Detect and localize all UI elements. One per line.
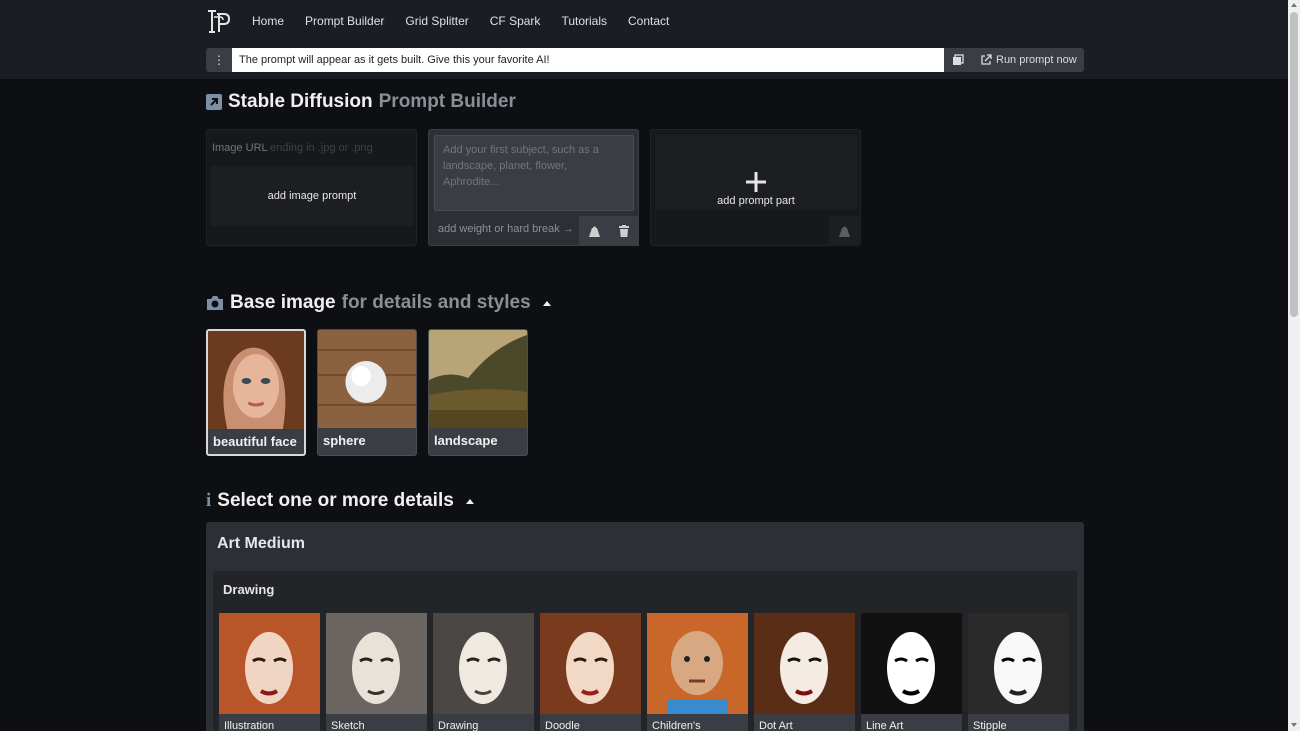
subject-prompt-card: add weight or hard break → xyxy=(428,129,639,246)
art-medium-title: Art Medium xyxy=(217,535,305,552)
base-image-tile[interactable]: landscape xyxy=(428,329,528,456)
details-title: Select one or more details xyxy=(217,490,454,511)
plus-icon xyxy=(746,172,766,192)
add-weight-link[interactable]: add weight or hard break → xyxy=(438,223,574,235)
line-art-thumbnail xyxy=(861,613,962,714)
base-image-heading[interactable]: Base image for details and styles xyxy=(206,292,551,314)
run-prompt-button[interactable]: Run prompt now xyxy=(972,48,1084,72)
main-nav: Home Prompt Builder Grid Splitter CF Spa… xyxy=(252,14,690,28)
base-image-title: Base image xyxy=(230,292,336,313)
vertical-dots-icon: ⋮ xyxy=(213,53,225,67)
style-label: Children's xyxy=(652,720,701,731)
sketch-thumbnail xyxy=(326,613,427,714)
prompt-bar: ⋮ The prompt will appear as it gets buil… xyxy=(206,48,1084,72)
add-prompt-part-button[interactable]: add prompt part xyxy=(655,134,857,210)
style-label: Drawing xyxy=(438,720,479,731)
caret-up-icon xyxy=(542,300,551,306)
style-tile[interactable]: Stipple xyxy=(968,613,1069,731)
prompt-output-field[interactable]: The prompt will appear as it gets built.… xyxy=(232,48,944,72)
camera-icon xyxy=(207,296,223,310)
image-url-input[interactable]: ending in .jpg or .png xyxy=(270,142,373,154)
copy-prompt-button[interactable] xyxy=(944,48,972,72)
caret-up-icon xyxy=(465,498,474,504)
nav-home[interactable]: Home xyxy=(252,14,284,28)
nav-grid-splitter[interactable]: Grid Splitter xyxy=(405,14,468,28)
image-prompt-card: Image URL ending in .jpg or .png add ima… xyxy=(206,129,417,246)
scrollbar-thumb[interactable] xyxy=(1290,12,1298,317)
tile-label: landscape xyxy=(434,433,498,448)
base-image-tile[interactable]: sphere xyxy=(317,329,417,456)
trash-icon xyxy=(619,225,629,237)
weight-icon xyxy=(588,226,600,237)
art-medium-panel: Art Medium Drawing Illustration Sketch D… xyxy=(206,522,1084,731)
illustration-thumbnail xyxy=(219,613,320,714)
add-weight-label: add weight or hard break xyxy=(438,223,560,235)
add-prompt-part-card: add prompt part xyxy=(650,129,861,246)
page-scrollbar[interactable] xyxy=(1288,0,1300,731)
drawing-group: Drawing Illustration Sketch Drawing Dood… xyxy=(213,571,1077,731)
nav-prompt-builder[interactable]: Prompt Builder xyxy=(305,14,384,28)
style-tile[interactable]: Dot Art xyxy=(754,613,855,731)
nav-contact[interactable]: Contact xyxy=(628,14,669,28)
prompt-menu-button[interactable]: ⋮ xyxy=(206,48,232,72)
style-label: Sketch xyxy=(331,720,365,731)
dot-art-thumbnail xyxy=(754,613,855,714)
style-tile[interactable]: Children's xyxy=(647,613,748,731)
subject-input[interactable] xyxy=(434,135,634,211)
scroll-up-icon[interactable] xyxy=(1291,3,1297,7)
tile-label: sphere xyxy=(323,433,366,448)
style-tile[interactable]: Drawing xyxy=(433,613,534,731)
style-tile[interactable]: Doodle xyxy=(540,613,641,731)
page-title: Stable Diffusion Prompt Builder xyxy=(206,91,516,113)
copy-icon xyxy=(953,54,964,65)
delete-button[interactable] xyxy=(609,216,639,246)
stipple-thumbnail xyxy=(968,613,1069,714)
style-label: Line Art xyxy=(866,720,904,731)
beautiful-face-thumbnail xyxy=(208,331,304,429)
drawing-thumbnail xyxy=(433,613,534,714)
add-image-prompt-button[interactable]: add image prompt xyxy=(211,166,413,226)
part-lock-button[interactable] xyxy=(829,216,859,246)
site-logo-icon[interactable] xyxy=(206,8,232,34)
image-url-label: Image URL xyxy=(212,142,268,154)
doodle-thumbnail xyxy=(540,613,641,714)
nav-tutorials[interactable]: Tutorials xyxy=(561,14,607,28)
style-label: Illustration xyxy=(224,720,275,731)
style-label: Stipple xyxy=(973,720,1007,731)
weight-icon xyxy=(838,226,850,237)
style-tile[interactable]: Illustration xyxy=(219,613,320,731)
page-title-muted: Prompt Builder xyxy=(378,91,516,112)
sphere-thumbnail xyxy=(318,330,416,428)
base-image-muted: for details and styles xyxy=(341,292,531,313)
style-tile[interactable]: Line Art xyxy=(861,613,962,731)
drawing-group-title: Drawing xyxy=(223,582,275,597)
top-header: Home Prompt Builder Grid Splitter CF Spa… xyxy=(0,0,1288,79)
childrens-thumbnail xyxy=(647,613,748,714)
run-prompt-label: Run prompt now xyxy=(996,54,1077,66)
arrow-right-icon: → xyxy=(562,223,574,235)
page-title-main: Stable Diffusion xyxy=(228,91,373,112)
arrow-up-right-square-icon xyxy=(206,94,222,110)
style-label: Doodle xyxy=(545,720,580,731)
landscape-thumbnail xyxy=(429,330,527,428)
add-prompt-part-label: add prompt part xyxy=(717,195,795,207)
scroll-down-icon[interactable] xyxy=(1291,723,1297,727)
nav-cf-spark[interactable]: CF Spark xyxy=(490,14,541,28)
base-image-tile[interactable]: beautiful face xyxy=(206,329,306,456)
style-label: Dot Art xyxy=(759,720,793,731)
style-tile[interactable]: Sketch xyxy=(326,613,427,731)
tile-label: beautiful face xyxy=(213,434,297,449)
details-heading[interactable]: i Select one or more details xyxy=(206,490,474,512)
info-icon: i xyxy=(206,490,212,511)
lock-button[interactable] xyxy=(579,216,609,246)
external-link-icon xyxy=(981,54,992,65)
